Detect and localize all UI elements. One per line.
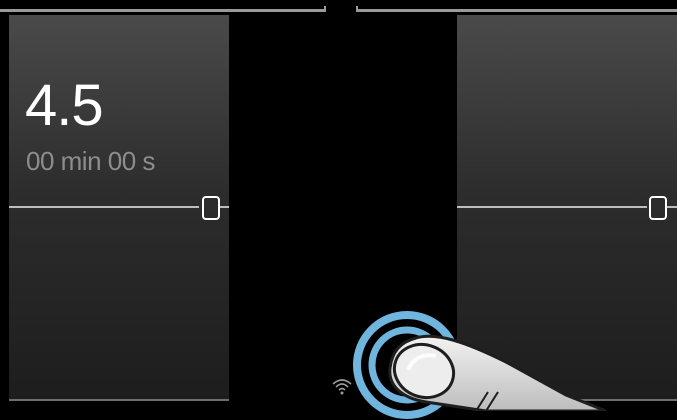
divider-tail	[220, 206, 229, 208]
zone-divider	[457, 206, 647, 208]
panel-bottom-border	[9, 399, 229, 401]
wifi-icon	[332, 379, 352, 395]
zone-slider-handle[interactable]	[649, 196, 667, 220]
power-level: 4.5	[25, 73, 104, 138]
timer-display: 00 min 00 s	[26, 146, 155, 176]
zone-divider	[9, 206, 199, 208]
cooking-zone-left[interactable]: 4.5 00 min 00 s	[9, 15, 229, 401]
divider-tail	[667, 206, 677, 208]
top-handle[interactable]	[324, 6, 358, 12]
finger-tap-icon	[388, 334, 607, 411]
zone-slider-handle[interactable]	[202, 196, 220, 220]
